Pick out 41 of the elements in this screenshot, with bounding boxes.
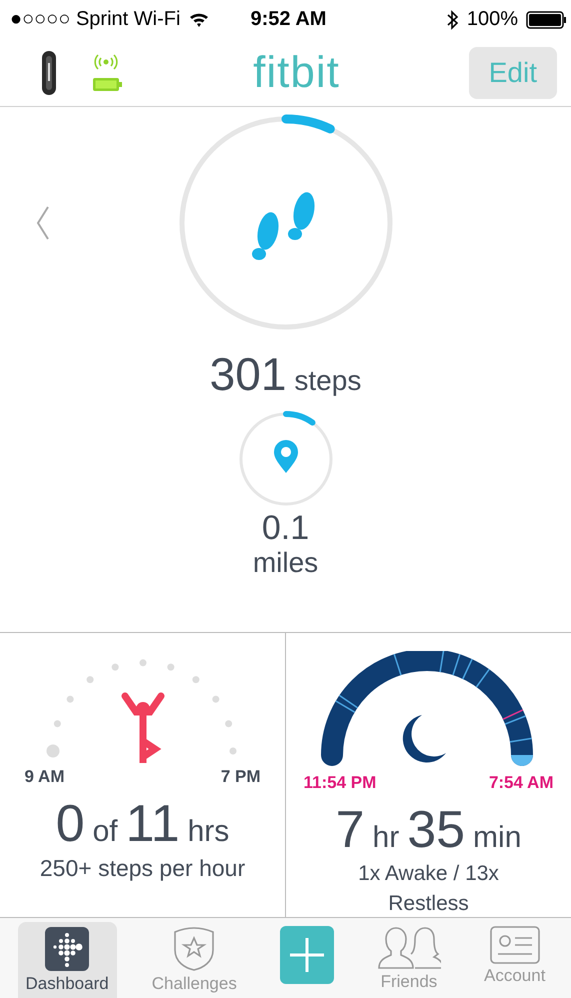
clock-time: 9:52 AM	[250, 8, 326, 32]
tracker-dots-icon	[44, 926, 90, 972]
moon-icon	[402, 715, 446, 762]
plus-icon	[280, 926, 334, 984]
steps-unit: steps	[294, 364, 362, 397]
minutes-unit: min	[473, 821, 522, 855]
edit-button[interactable]: Edit	[468, 46, 557, 99]
tab[interactable]: Dashboard	[18, 922, 117, 998]
sleep-minutes: 35	[407, 801, 466, 859]
stretching-figure-icon	[121, 692, 164, 763]
location-pin-icon	[274, 440, 298, 473]
footprints-icon	[252, 192, 314, 260]
of-label: of	[92, 815, 118, 849]
hours-unit: hrs	[188, 815, 230, 849]
id-card-icon	[490, 926, 540, 964]
sync-battery-icon	[90, 54, 123, 92]
end-time: 7 PM	[220, 767, 260, 787]
tab[interactable]: Friends	[368, 922, 449, 998]
sleep-end-time: 7:54 AM	[488, 773, 554, 793]
hours-active: 0	[56, 795, 85, 853]
hours-unit: hr	[372, 821, 400, 855]
hours-goal: 11	[126, 795, 180, 853]
start-time: 9 AM	[24, 767, 64, 787]
sleep-start-time: 11:54 PM	[304, 773, 376, 793]
wifi-icon	[188, 11, 210, 28]
battery-percent: 100%	[466, 8, 518, 32]
sleep-hours: 7	[336, 801, 365, 859]
tab[interactable]: Account	[476, 922, 554, 998]
step-count: 301	[210, 346, 286, 401]
carrier-label: ●○○○○ Sprint Wi-Fi	[10, 8, 180, 32]
sleep-caption: 1x Awake / 13x Restless	[357, 861, 500, 917]
back-chevron-icon[interactable]	[36, 204, 50, 241]
tab[interactable]: Challenges	[144, 922, 245, 998]
battery-icon	[526, 10, 567, 29]
people-icon	[376, 926, 441, 970]
star-badge-icon	[172, 926, 216, 972]
bluetooth-icon	[444, 10, 459, 30]
distance-unit: miles	[252, 546, 318, 579]
fitbit-logo: fitbit	[253, 48, 340, 98]
hourly-caption: 250+ steps per hour	[40, 854, 246, 883]
distance-value: 0.1	[262, 508, 310, 547]
